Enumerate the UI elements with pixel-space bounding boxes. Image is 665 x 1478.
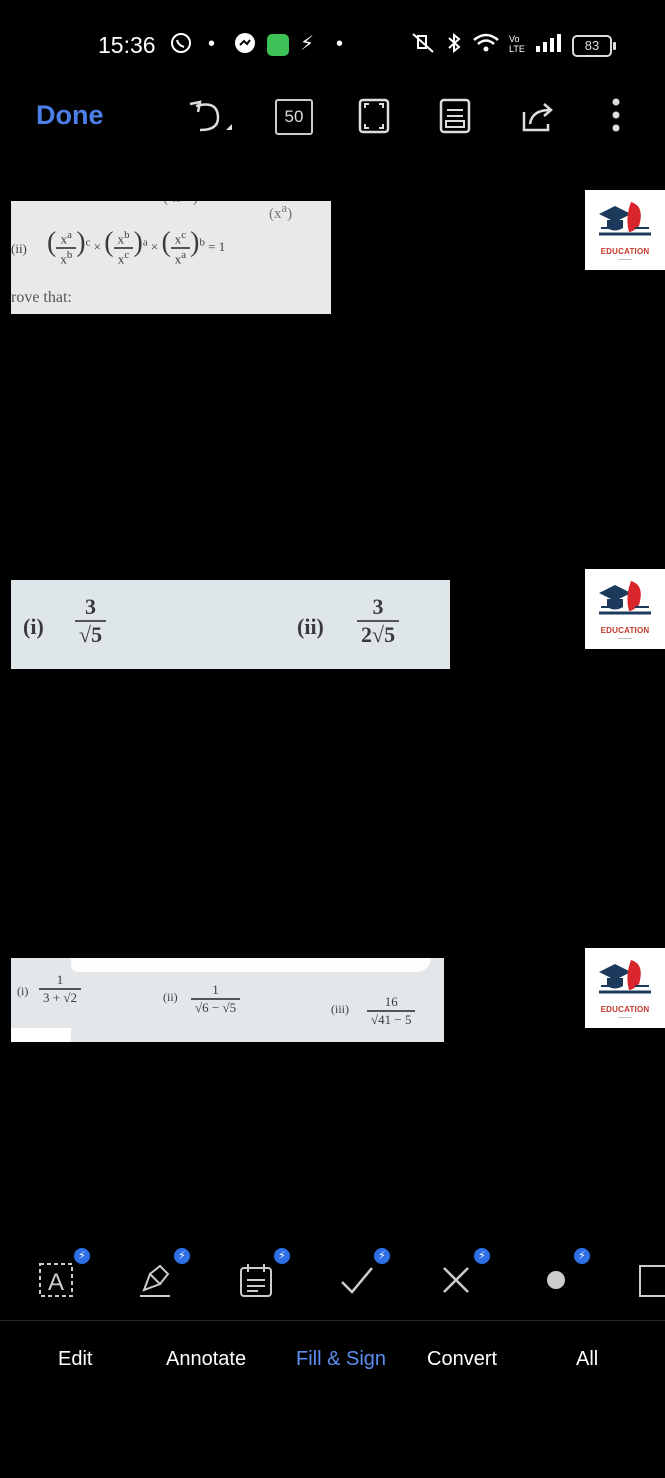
app-badge-icon: [267, 34, 289, 56]
tab-annotate[interactable]: Annotate: [166, 1348, 246, 1371]
expression-result: = 1: [208, 239, 226, 254]
document-snippet-1: ( x⁻ ) (xa) (ii) (xaxb)c × (xbxc)a × (xc…: [11, 201, 331, 314]
signal-icon: [534, 32, 564, 60]
box-tool-icon[interactable]: [636, 1260, 665, 1304]
dot-icon: •: [208, 33, 216, 55]
education-logo: EDUCATION ────: [585, 569, 665, 649]
fraction: 1 √6 − √5: [191, 982, 241, 1016]
signature-pen-icon[interactable]: ⚡: [136, 1248, 190, 1304]
status-time: 15:36: [98, 32, 156, 58]
share-icon[interactable]: [516, 96, 556, 136]
undo-icon[interactable]: [186, 96, 232, 136]
fraction: 13 + √2: [39, 972, 81, 1006]
fullscreen-icon[interactable]: [356, 96, 396, 136]
whatsapp-icon: [170, 32, 192, 60]
bolt-badge-icon: ⚡: [574, 1248, 590, 1264]
item-label: (i): [17, 984, 29, 998]
bolt-badge-icon: ⚡: [374, 1248, 390, 1264]
more-options-icon[interactable]: [606, 96, 626, 136]
education-logo: EDUCATION ────: [585, 190, 665, 270]
text-box-tool-icon[interactable]: A ⚡: [36, 1248, 90, 1304]
tab-convert[interactable]: Convert: [427, 1348, 497, 1371]
mute-icon: [410, 32, 436, 60]
item-label: (ii): [163, 990, 178, 1004]
fraction: 3 2√5: [357, 594, 400, 648]
tab-all[interactable]: All: [576, 1348, 598, 1371]
exponent-expression: (xa xb)c × (xb xc)a × (xc xa)b = 1: [47, 227, 226, 267]
lightning-icon: ⚡: [300, 33, 315, 55]
item-label: (i): [23, 614, 44, 639]
messenger-icon: [234, 32, 256, 60]
fragment-text: (xa): [269, 201, 293, 222]
svg-text:A: A: [48, 1269, 64, 1296]
dot-tool-icon[interactable]: ⚡: [536, 1248, 590, 1304]
item-label: (ii): [297, 614, 324, 639]
tab-divider: [0, 1320, 665, 1321]
fragment-text: ( x⁻ ): [163, 201, 198, 207]
paper-glare: [11, 1028, 71, 1042]
tab-edit[interactable]: Edit: [58, 1348, 92, 1371]
tab-fill-sign[interactable]: Fill & Sign: [296, 1348, 386, 1371]
bolt-badge-icon: ⚡: [474, 1248, 490, 1264]
reading-mode-icon[interactable]: [437, 96, 477, 136]
education-logo: EDUCATION ────: [585, 948, 665, 1028]
dot-icon: •: [336, 33, 344, 55]
paper-glare: [71, 958, 431, 972]
done-button[interactable]: Done: [36, 100, 104, 131]
document-snippet-2: (i) 3 √5 (ii) 3 2√5: [11, 580, 450, 669]
bolt-badge-icon: ⚡: [174, 1248, 190, 1264]
battery-indicator: 83: [572, 35, 616, 57]
wifi-icon: [472, 32, 500, 60]
fraction: 16 √41 − 5: [367, 994, 416, 1028]
document-snippet-3: (i) 13 + √2 (ii) 1 √6 − √5 (iii) 16 √41 − …: [11, 958, 444, 1042]
checkmark-tool-icon[interactable]: ⚡: [336, 1248, 390, 1304]
item-label: (iii): [331, 1002, 349, 1016]
bolt-badge-icon: ⚡: [274, 1248, 290, 1264]
prove-that-text: rove that:: [11, 289, 72, 306]
page-count-button[interactable]: 50: [275, 99, 313, 135]
bolt-badge-icon: ⚡: [74, 1248, 90, 1264]
fraction: 3 √5: [75, 594, 107, 648]
cross-tool-icon[interactable]: ⚡: [436, 1248, 490, 1304]
volte-label: Vo LTE: [509, 34, 525, 54]
item-label: (ii): [11, 241, 27, 256]
bluetooth-icon: [446, 32, 462, 60]
date-tool-icon[interactable]: ⚡: [236, 1248, 290, 1304]
